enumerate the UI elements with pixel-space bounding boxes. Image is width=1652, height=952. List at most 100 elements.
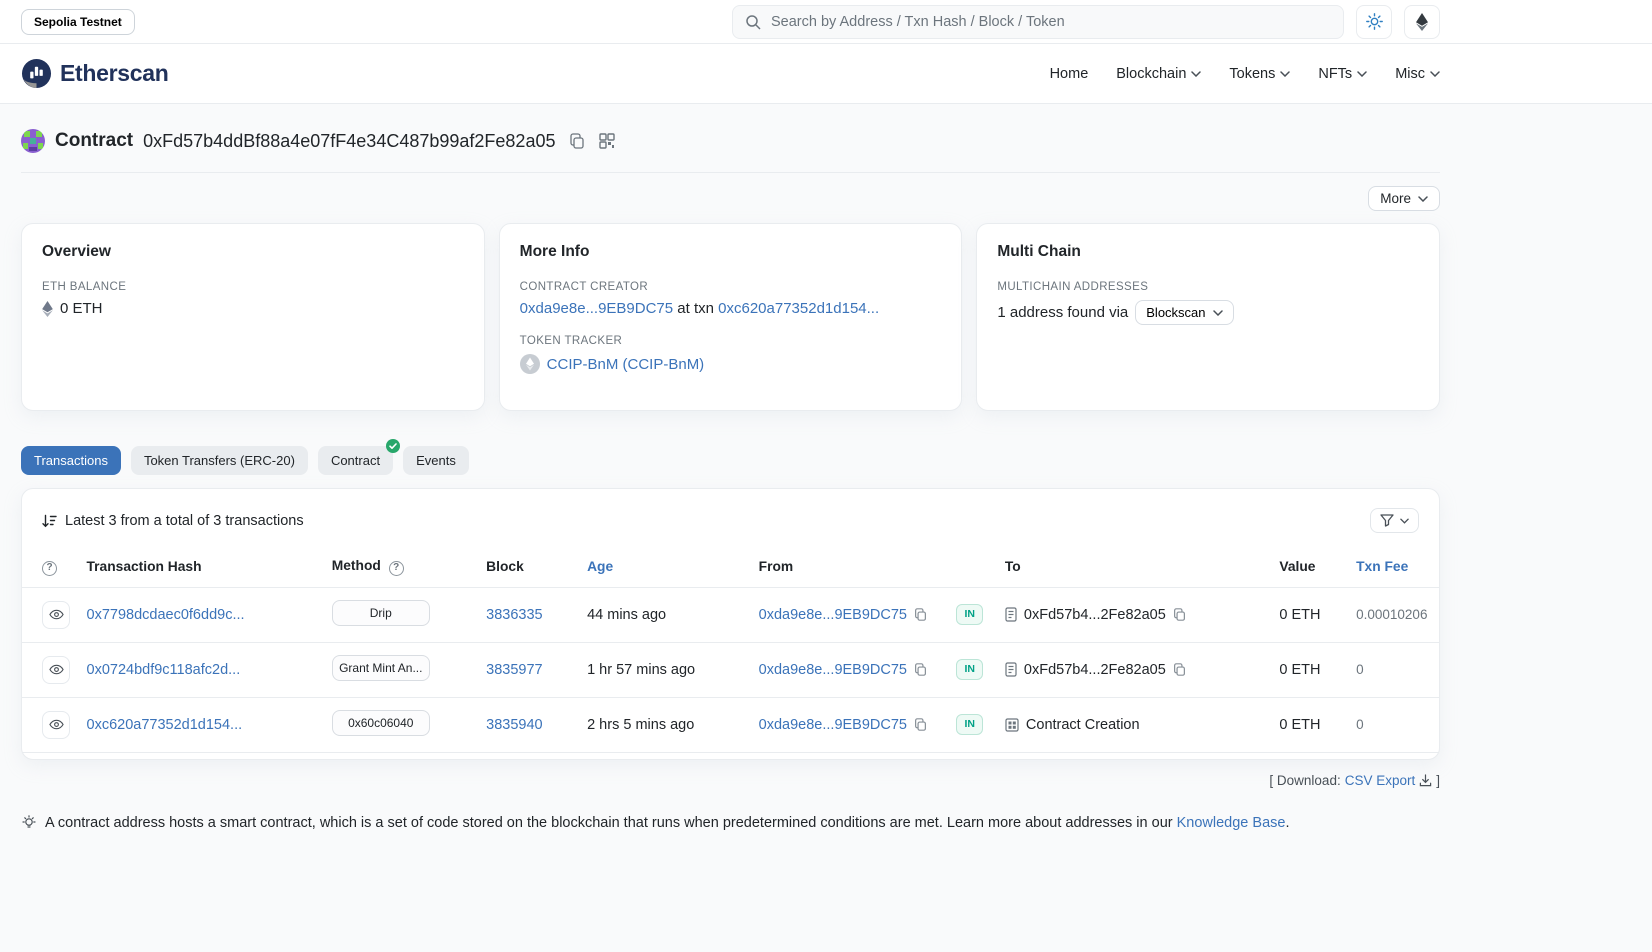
ethereum-icon [1416, 13, 1428, 31]
contract-info-note: A contract address hosts a smart contrac… [21, 815, 1440, 921]
chevron-down-icon [1430, 71, 1440, 77]
copy-icon[interactable] [914, 718, 927, 731]
direction-badge: IN [956, 659, 983, 680]
filter-funnel-icon [1380, 514, 1394, 527]
column-header-fee[interactable]: Txn Fee [1356, 559, 1408, 574]
nav-blockchain[interactable]: Blockchain [1116, 66, 1201, 82]
eye-icon [49, 664, 64, 675]
table-row: 0x0724bdf9c118afc2d... Grant Mint An... … [22, 642, 1439, 697]
search-icon [745, 14, 761, 30]
more-info-card: More Info CONTRACT CREATOR 0xda9e8e...9E… [499, 223, 963, 411]
column-header-from: From [751, 548, 949, 587]
token-tracker-link[interactable]: CCIP-BnM (CCIP-BnM) [547, 356, 705, 373]
eth-balance-value: 0 ETH [60, 300, 103, 317]
theme-toggle-button[interactable] [1356, 5, 1392, 39]
nav-home[interactable]: Home [1050, 66, 1089, 82]
from-address-link[interactable]: 0xda9e8e...9EB9DC75 [759, 607, 907, 623]
network-selector-button[interactable]: Sepolia Testnet [21, 9, 135, 35]
contract-creation-icon [1005, 718, 1019, 732]
overview-card-title: Overview [42, 243, 464, 261]
more-button-label: More [1380, 191, 1411, 206]
knowledge-base-link[interactable]: Knowledge Base [1177, 815, 1286, 831]
sort-icon [42, 514, 57, 528]
from-address-link[interactable]: 0xda9e8e...9EB9DC75 [759, 717, 907, 733]
to-address-text: 0xFd57b4...2Fe82a05 [1024, 662, 1166, 678]
eye-icon [49, 609, 64, 620]
value-text: 0 ETH [1279, 607, 1320, 623]
txn-fee-text: 0 [1356, 662, 1364, 677]
contract-address: 0xFd57b4ddBf88a4e07fF4e34C487b99af2Fe82a… [143, 131, 555, 152]
multichain-card: Multi Chain MULTICHAIN ADDRESSES 1 addre… [976, 223, 1440, 411]
creator-address-link[interactable]: 0xda9e8e...9EB9DC75 [520, 300, 673, 317]
preview-txn-button[interactable] [42, 711, 70, 739]
tab-token-transfers[interactable]: Token Transfers (ERC-20) [131, 446, 308, 475]
more-info-card-title: More Info [520, 243, 942, 261]
sun-icon [1366, 13, 1383, 30]
table-row: 0x7798dcdaec0f6dd9c... Drip 3836335 44 m… [22, 587, 1439, 642]
verified-check-icon [386, 439, 400, 453]
more-dropdown-button[interactable]: More [1368, 186, 1440, 211]
filter-button[interactable] [1370, 508, 1419, 533]
chevron-down-icon [1357, 71, 1367, 77]
transactions-panel: Latest 3 from a total of 3 transactions … [21, 488, 1440, 760]
page-title: Contract [55, 130, 133, 152]
nav-tokens[interactable]: Tokens [1229, 66, 1290, 82]
value-text: 0 ETH [1279, 717, 1320, 733]
block-link[interactable]: 3836335 [486, 607, 542, 623]
blockscan-button-label: Blockscan [1146, 305, 1205, 320]
tab-events-label: Events [416, 453, 456, 468]
help-circle-icon[interactable]: ? [42, 561, 57, 576]
addresses-found-text: 1 address found via [997, 304, 1128, 321]
preview-txn-button[interactable] [42, 656, 70, 684]
direction-badge: IN [956, 604, 983, 625]
tab-contract[interactable]: Contract [318, 446, 393, 475]
csv-export-link[interactable]: CSV Export [1345, 773, 1416, 788]
txn-hash-link[interactable]: 0xc620a77352d1d154... [87, 717, 243, 733]
chevron-down-icon [1400, 518, 1409, 524]
txn-fee-text: 0 [1356, 717, 1364, 732]
nav-nfts-label: NFTs [1318, 66, 1352, 82]
tab-bar: Transactions Token Transfers (ERC-20) Co… [21, 446, 1440, 475]
method-badge: Grant Mint An... [332, 655, 430, 681]
preview-txn-button[interactable] [42, 601, 70, 629]
note-suffix: . [1285, 815, 1289, 831]
creation-txn-link[interactable]: 0xc620a77352d1d154... [718, 300, 879, 317]
column-header-age[interactable]: Age [587, 559, 613, 574]
copy-icon[interactable] [914, 663, 927, 676]
nav-tokens-label: Tokens [1229, 66, 1275, 82]
copy-icon[interactable] [914, 608, 927, 621]
transactions-table: ? Transaction Hash Method ? Block Age Fr… [22, 548, 1439, 753]
contract-file-icon [1005, 607, 1017, 622]
tab-transactions[interactable]: Transactions [21, 446, 121, 475]
nav-nfts[interactable]: NFTs [1318, 66, 1367, 82]
address-blockie-avatar [21, 129, 45, 153]
lightbulb-icon [21, 815, 37, 831]
qr-code-icon[interactable] [599, 133, 615, 149]
eth-balance-label: ETH BALANCE [42, 281, 464, 293]
column-header-value: Value [1271, 548, 1348, 587]
blockscan-dropdown-button[interactable]: Blockscan [1135, 300, 1233, 325]
nav-misc-label: Misc [1395, 66, 1425, 82]
etherscan-logo[interactable]: Etherscan [21, 58, 169, 89]
download-prefix: [ Download: [1269, 773, 1340, 788]
copy-icon[interactable] [1173, 608, 1186, 621]
copy-icon[interactable] [1173, 663, 1186, 676]
age-text: 1 hr 57 mins ago [587, 662, 695, 678]
search-input[interactable] [769, 13, 1331, 31]
eth-glyph-icon [42, 301, 53, 317]
tab-contract-label: Contract [331, 453, 380, 468]
network-eth-button[interactable] [1404, 5, 1440, 39]
txn-hash-link[interactable]: 0x0724bdf9c118afc2d... [87, 662, 241, 678]
download-icon[interactable] [1419, 774, 1432, 787]
nav-misc[interactable]: Misc [1395, 66, 1440, 82]
tab-token-transfers-label: Token Transfers (ERC-20) [144, 453, 295, 468]
contract-creator-label: CONTRACT CREATOR [520, 281, 942, 293]
tab-events[interactable]: Events [403, 446, 469, 475]
txn-hash-link[interactable]: 0x7798dcdaec0f6dd9c... [87, 607, 245, 623]
block-link[interactable]: 3835977 [486, 662, 542, 678]
help-circle-icon[interactable]: ? [389, 561, 404, 576]
from-address-link[interactable]: 0xda9e8e...9EB9DC75 [759, 662, 907, 678]
block-link[interactable]: 3835940 [486, 717, 542, 733]
copy-address-icon[interactable] [569, 133, 585, 149]
search-bar[interactable] [732, 5, 1344, 39]
